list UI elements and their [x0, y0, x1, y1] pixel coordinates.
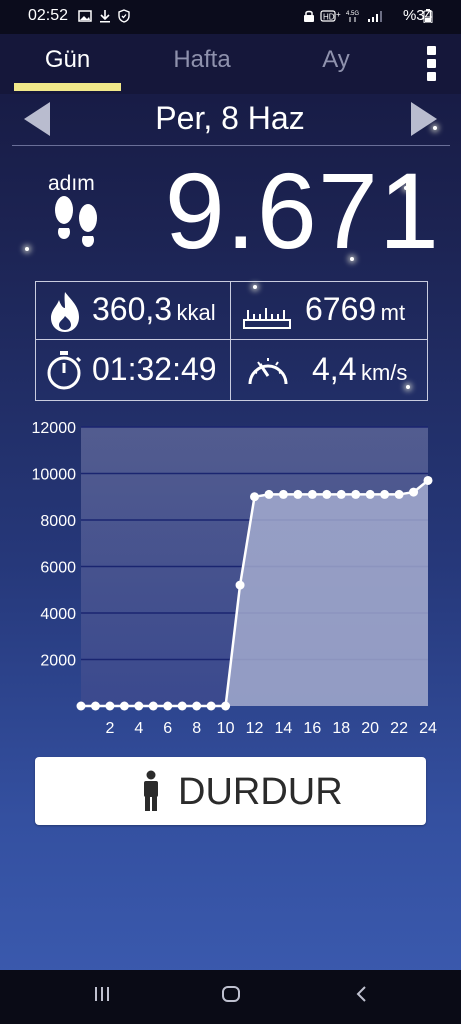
active-tab-indicator: [14, 83, 121, 91]
chart-point: [119, 701, 129, 711]
calories-value: 360,3: [92, 291, 173, 327]
chart-point: [423, 475, 433, 485]
chart-point: [322, 489, 332, 499]
chart-point: [134, 701, 144, 711]
chart-point: [76, 701, 86, 711]
tab-month[interactable]: Ay: [290, 46, 382, 74]
sparkle-decoration: [406, 385, 410, 389]
stop-button-label: DURDUR: [178, 771, 343, 813]
date-label: Per, 8 Haz: [155, 100, 305, 136]
chart-y-tick-label: 12000: [32, 420, 77, 437]
previous-day-arrow-icon[interactable]: [24, 102, 50, 136]
speed-unit: km/s: [360, 360, 408, 385]
chart-point: [206, 701, 216, 711]
chart-point: [250, 492, 259, 502]
ruler-icon: [242, 296, 292, 336]
chart-point: [351, 489, 361, 499]
chart-y-tick-label: 6000: [40, 560, 76, 577]
chart-point: [235, 580, 245, 590]
chart-point: [264, 489, 274, 499]
person-icon: [140, 770, 162, 812]
chart-x-tick-label: 2: [105, 720, 114, 737]
sparkle-decoration: [433, 126, 437, 130]
calories-flame-icon: [45, 290, 85, 332]
duration-value: 01:32:49: [92, 351, 217, 387]
chart-y-tick-label: 4000: [40, 606, 76, 623]
sparkle-decoration: [253, 285, 257, 289]
gallery-icon: [78, 9, 92, 23]
chart-point: [409, 487, 419, 497]
steps-label: adım: [48, 172, 95, 195]
download-icon: [98, 9, 112, 23]
tab-week[interactable]: Hafta: [148, 46, 256, 74]
chart-point: [278, 489, 288, 499]
chart-x-tick-label: 8: [192, 720, 201, 737]
chart-x-tick-label: 4: [134, 720, 143, 737]
distance-unit: mt: [380, 300, 406, 325]
status-time: 02:52: [28, 7, 69, 24]
grid-divider: [35, 339, 427, 340]
chart-point: [365, 489, 375, 499]
chart-y-tick-label: 2000: [40, 653, 76, 670]
divider: [12, 145, 450, 146]
stopwatch-icon: [44, 349, 84, 390]
chart-point: [394, 489, 404, 499]
chart-point: [380, 489, 390, 499]
chart-x-tick-label: 16: [303, 720, 321, 737]
lock-icon: [302, 9, 316, 23]
home-icon[interactable]: [220, 984, 242, 1009]
footprints-icon: [46, 194, 104, 250]
distance-value: 6769: [305, 291, 377, 327]
chart-x-tick-label: 14: [275, 720, 293, 737]
signal-bars-icon: [366, 9, 384, 23]
chart-x-tick-label: 18: [332, 720, 350, 737]
sparkle-decoration: [404, 186, 408, 190]
chart-x-tick-label: 24: [419, 720, 437, 737]
hd-signal-icon: HD +: [320, 9, 342, 23]
chart-point: [192, 701, 202, 711]
speedometer-icon: [244, 350, 292, 390]
chart-point: [307, 489, 317, 499]
sparkle-decoration: [350, 257, 354, 261]
steps-chart: 200040006000800010000120002 4 6 8 10 12 14 16 18…: [32, 420, 438, 737]
next-day-arrow-icon[interactable]: [411, 102, 437, 136]
status-bar: [0, 0, 461, 34]
recent-apps-icon[interactable]: [92, 984, 112, 1009]
svg-text:+: +: [336, 10, 341, 19]
tab-day[interactable]: Gün: [14, 46, 121, 74]
chart-x-tick-label: 12: [246, 720, 264, 737]
chart-point: [336, 489, 346, 499]
steps-count: 9.671: [164, 150, 440, 271]
chart-point: [221, 701, 231, 711]
chart-point: [148, 701, 158, 711]
chart-point: [105, 701, 115, 711]
speed-value: 4,4: [312, 351, 357, 387]
chart-point: [90, 701, 100, 711]
chart-x-tick-label: 22: [390, 720, 408, 737]
calories-unit: kkal: [176, 300, 216, 325]
battery-icon: [423, 9, 433, 24]
chart-y-tick-label: 8000: [40, 513, 76, 530]
grid-divider: [230, 281, 231, 400]
chart-point: [163, 701, 173, 711]
chart-point: [293, 489, 303, 499]
chart-x-tick-label: 6: [163, 720, 172, 737]
sparkle-decoration: [25, 247, 29, 251]
shield-icon: [117, 9, 131, 23]
overflow-menu-icon[interactable]: [424, 46, 438, 82]
chart-point: [177, 701, 187, 711]
chart-x-tick-label: 20: [361, 720, 379, 737]
chart-x-tick-label: 10: [217, 720, 235, 737]
4g-icon: 4.5G: [346, 9, 362, 23]
chart-y-tick-label: 10000: [32, 467, 77, 484]
svg-text:4.5G: 4.5G: [346, 11, 359, 17]
back-icon[interactable]: [352, 984, 372, 1009]
svg-text:HD: HD: [323, 13, 335, 22]
